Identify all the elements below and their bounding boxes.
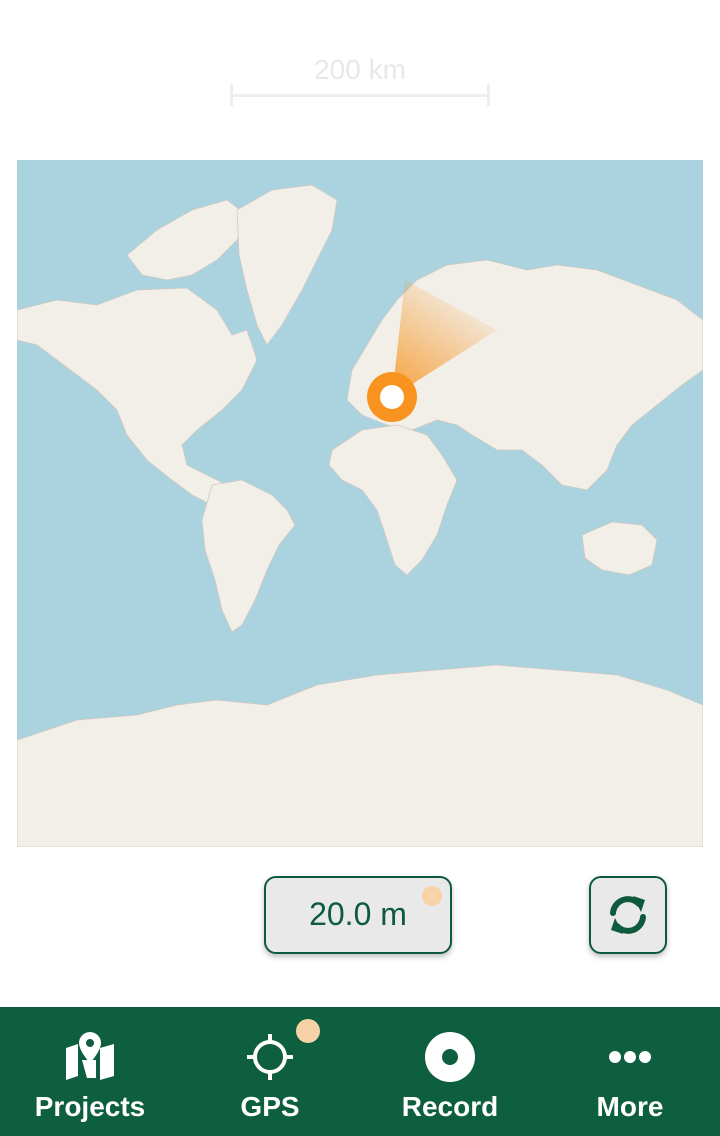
scale-label: 200 km [314,54,406,85]
gps-accuracy-button[interactable]: 20.0 m [264,876,452,954]
map-scale-bar: 200 km [230,50,490,110]
location-marker-center [380,385,404,409]
bottom-navigation: Projects GPS Record More [0,1007,720,1136]
record-icon [422,1029,478,1085]
sync-button[interactable] [589,876,667,954]
crosshair-icon [242,1029,298,1085]
scale-line [230,94,490,97]
nav-label-record: Record [401,1091,499,1122]
map-pin-icon [62,1029,118,1085]
nav-item-projects[interactable]: Projects [0,1007,180,1136]
more-dots-icon [602,1029,658,1085]
nav-label-more: More [596,1091,664,1122]
gps-status-dot-nav [296,1019,320,1043]
nav-item-record[interactable]: Record [360,1007,540,1136]
nav-label-projects: Projects [34,1091,146,1122]
nav-item-more[interactable]: More [540,1007,720,1136]
sync-icon [610,896,646,934]
scale-tick-right [487,84,490,106]
gps-accuracy-value: 20.0 m [309,895,407,932]
scale-tick-left [230,84,233,106]
world-map [17,160,703,847]
nav-label-gps: GPS [240,1091,300,1122]
map-view[interactable] [17,160,703,847]
gps-status-dot [422,886,442,906]
nav-item-gps[interactable]: GPS [180,1007,360,1136]
